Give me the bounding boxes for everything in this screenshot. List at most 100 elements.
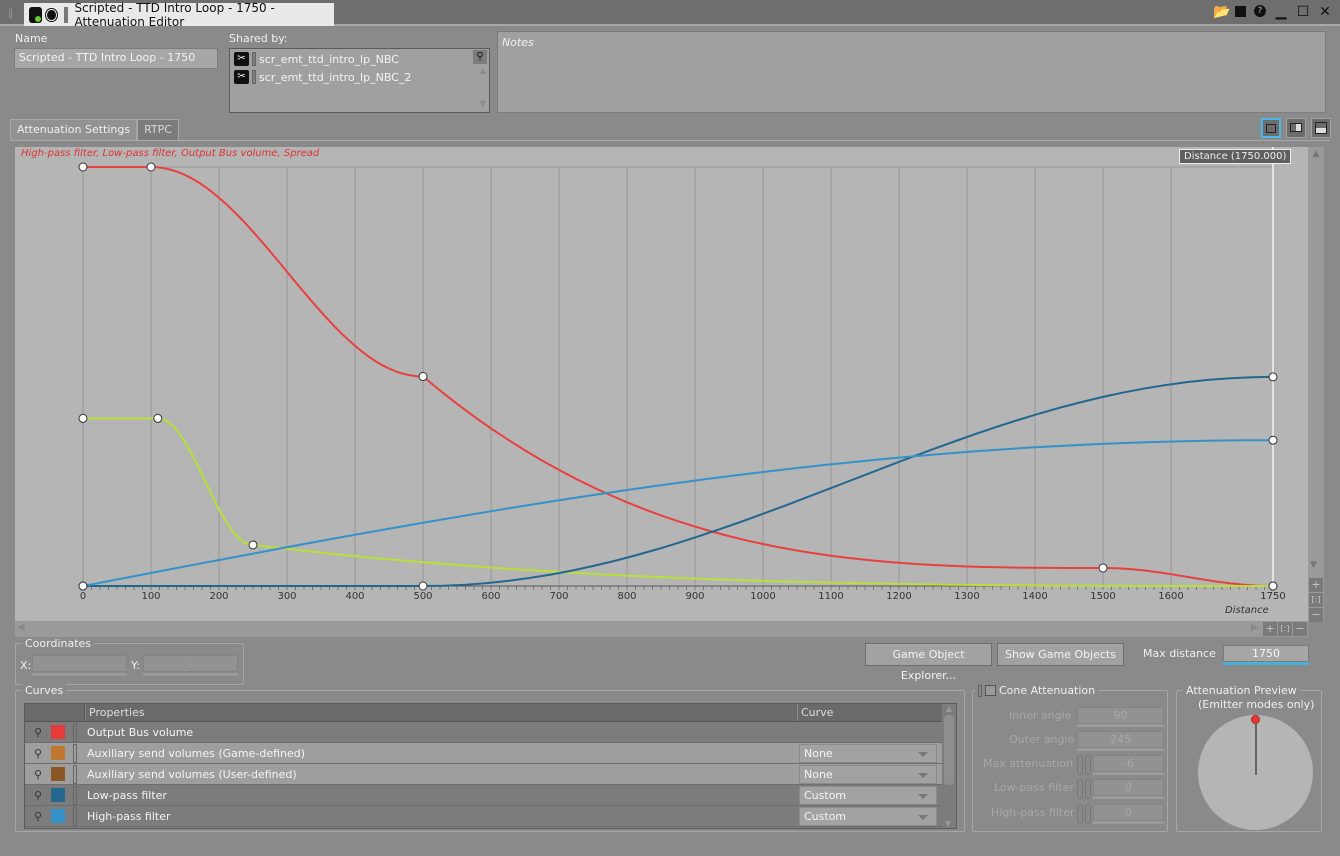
tab-attenuation-settings[interactable]: Attenuation Settings: [10, 119, 138, 140]
curve-column-header[interactable]: Curve: [797, 704, 956, 721]
max-attenuation-slider[interactable]: [1093, 772, 1164, 775]
curve-point[interactable]: [418, 581, 428, 591]
scroll-thumb[interactable]: [944, 715, 954, 785]
outer-angle-slider[interactable]: [1077, 748, 1164, 751]
scroll-down-icon[interactable]: ▼: [1310, 560, 1317, 570]
properties-column-header[interactable]: Properties: [85, 704, 797, 721]
vertical-scrollbar[interactable]: ▲ ▼ + [:] −: [1308, 147, 1324, 622]
color-tag[interactable]: [63, 6, 69, 23]
curve-point[interactable]: [1268, 435, 1278, 445]
maximize-icon[interactable]: ☐: [1296, 4, 1310, 20]
layout-single-button[interactable]: [1261, 118, 1281, 138]
x-coordinate-field[interactable]: -: [32, 655, 127, 672]
rtpc-link-icon[interactable]: [1077, 779, 1083, 799]
layout-split-vertical-button[interactable]: [1286, 118, 1306, 138]
notes-field[interactable]: Notes: [497, 31, 1326, 113]
open-folder-icon[interactable]: 📂: [1213, 4, 1230, 20]
high-pass-filter-slider[interactable]: [1093, 821, 1164, 824]
low-pass-filter-slider[interactable]: [1093, 796, 1164, 799]
high-pass-filter-field[interactable]: 0: [1093, 804, 1164, 821]
shared-by-item[interactable]: ✂ scr_emt_ttd_intro_lp_NBC_2: [230, 68, 489, 86]
scroll-up-icon[interactable]: ▲: [480, 66, 486, 75]
state-link-icon[interactable]: [1085, 779, 1091, 799]
scroll-up-icon[interactable]: ▲: [942, 704, 956, 713]
tab-rtpc[interactable]: RTPC: [137, 119, 179, 140]
window-tab[interactable]: Scripted - TTD Intro Loop - 1750 - Atten…: [24, 1, 334, 29]
curve-chart[interactable]: 0 100 200 300 400 500 600 700 800 900 1000 1100 1200…: [15, 147, 1308, 621]
zoom-out-x-button[interactable]: −: [1293, 622, 1307, 636]
max-distance-field[interactable]: 1750: [1223, 645, 1309, 662]
game-object-explorer-button[interactable]: Game Object Explorer...: [865, 643, 992, 682]
curve-graph[interactable]: 0 100 200 300 400 500 600 700 800 900 1000 1100 1200…: [15, 147, 1308, 621]
zoom-in-x-button[interactable]: +: [1263, 622, 1277, 636]
curve-point[interactable]: [1268, 581, 1278, 591]
curve-color-swatch[interactable]: [51, 725, 65, 739]
rtpc-link-icon[interactable]: [1077, 804, 1083, 824]
max-attenuation-field[interactable]: -6: [1093, 755, 1164, 772]
scroll-down-icon[interactable]: ▼: [945, 819, 951, 828]
curve-color-swatch[interactable]: [51, 767, 65, 781]
close-icon[interactable]: ✕: [1318, 4, 1332, 20]
pin-icon[interactable]: ⚲: [25, 747, 51, 760]
curves-scrollbar[interactable]: ▲ ▼: [942, 704, 956, 828]
curve-type-dropdown[interactable]: Custom: [799, 785, 937, 805]
low-pass-filter-field[interactable]: 0: [1093, 779, 1164, 796]
curve-point[interactable]: [1098, 563, 1108, 573]
pin-icon[interactable]: ⚲: [25, 810, 51, 823]
zoom-in-y-button[interactable]: +: [1309, 578, 1323, 592]
curve-row[interactable]: ⚲ Auxiliary send volumes (Game-defined) No…: [25, 743, 956, 764]
scroll-up-icon[interactable]: ▲: [1308, 149, 1324, 159]
curve-row[interactable]: ⚲ Auxiliary send volumes (User-defined) No…: [25, 764, 956, 785]
curve-type-dropdown[interactable]: Custom: [799, 806, 937, 826]
pin-icon[interactable]: ⚲: [25, 789, 51, 802]
shared-by-list[interactable]: ✂ scr_emt_ttd_intro_lp_NBC ✂ scr_emt_ttd…: [229, 48, 490, 113]
curve-color-swatch[interactable]: [51, 809, 65, 823]
rtpc-link-icon[interactable]: [1077, 755, 1083, 775]
zoom-reset-y-button[interactable]: [:]: [1309, 593, 1323, 607]
x-slider[interactable]: [32, 673, 127, 676]
max-distance-slider[interactable]: [1223, 662, 1309, 665]
zoom-reset-x-button[interactable]: [:]: [1278, 622, 1292, 636]
state-link-icon[interactable]: [1085, 804, 1091, 824]
coordinates-group: Coordinates X: - Y: -: [15, 637, 244, 685]
name-field[interactable]: Scripted - TTD Intro Loop - 1750: [14, 48, 218, 69]
curve-point[interactable]: [146, 162, 156, 172]
outer-angle-field[interactable]: 245: [1077, 731, 1164, 748]
curve-row[interactable]: ⚲ High-pass filter Custom: [25, 806, 956, 827]
emitter-handle[interactable]: [1251, 715, 1260, 724]
minimize-icon[interactable]: ▁: [1274, 4, 1288, 20]
curve-type-dropdown[interactable]: None: [799, 764, 937, 784]
pin-icon[interactable]: ⚲: [25, 726, 51, 739]
curve-row[interactable]: ⚲ Output Bus volume: [25, 722, 956, 743]
layout-split-horizontal-button[interactable]: [1311, 118, 1331, 138]
inner-angle-field[interactable]: 90: [1077, 707, 1164, 724]
curve-point[interactable]: [78, 162, 88, 172]
state-link-icon[interactable]: [1085, 755, 1091, 775]
zoom-out-y-button[interactable]: −: [1309, 608, 1323, 622]
curve-point[interactable]: [248, 540, 258, 550]
help-icon[interactable]: ?: [1254, 5, 1266, 17]
pin-icon[interactable]: ⚲: [25, 768, 51, 781]
curve-row[interactable]: ⚲ Low-pass filter Custom: [25, 785, 956, 806]
curve-point[interactable]: [153, 413, 163, 423]
horizontal-scrollbar[interactable]: ◀ ▶ + [:] −: [15, 621, 1308, 637]
shared-by-item[interactable]: ✂ scr_emt_ttd_intro_lp_NBC: [230, 50, 489, 68]
inner-angle-slider[interactable]: [1077, 724, 1164, 727]
curve-point[interactable]: [78, 413, 88, 423]
drag-grip[interactable]: ‖: [8, 8, 13, 19]
scroll-right-icon[interactable]: ▶: [1251, 622, 1259, 633]
curve-color-swatch[interactable]: [51, 746, 65, 760]
curve-point[interactable]: [1268, 372, 1278, 382]
y-coordinate-field[interactable]: -: [143, 655, 238, 672]
y-slider[interactable]: [143, 673, 238, 676]
curve-color-swatch[interactable]: [51, 788, 65, 802]
show-game-objects-button[interactable]: Show Game Objects: [997, 643, 1124, 666]
curve-type-dropdown[interactable]: None: [799, 743, 937, 763]
cone-attenuation-checkbox[interactable]: [985, 685, 996, 696]
curve-point[interactable]: [78, 581, 88, 591]
search-icon[interactable]: ⚲: [473, 50, 487, 64]
save-icon[interactable]: [1235, 6, 1246, 17]
curve-point[interactable]: [418, 372, 428, 381]
scroll-down-icon[interactable]: ▼: [480, 99, 486, 108]
scroll-left-icon[interactable]: ◀: [17, 622, 25, 633]
